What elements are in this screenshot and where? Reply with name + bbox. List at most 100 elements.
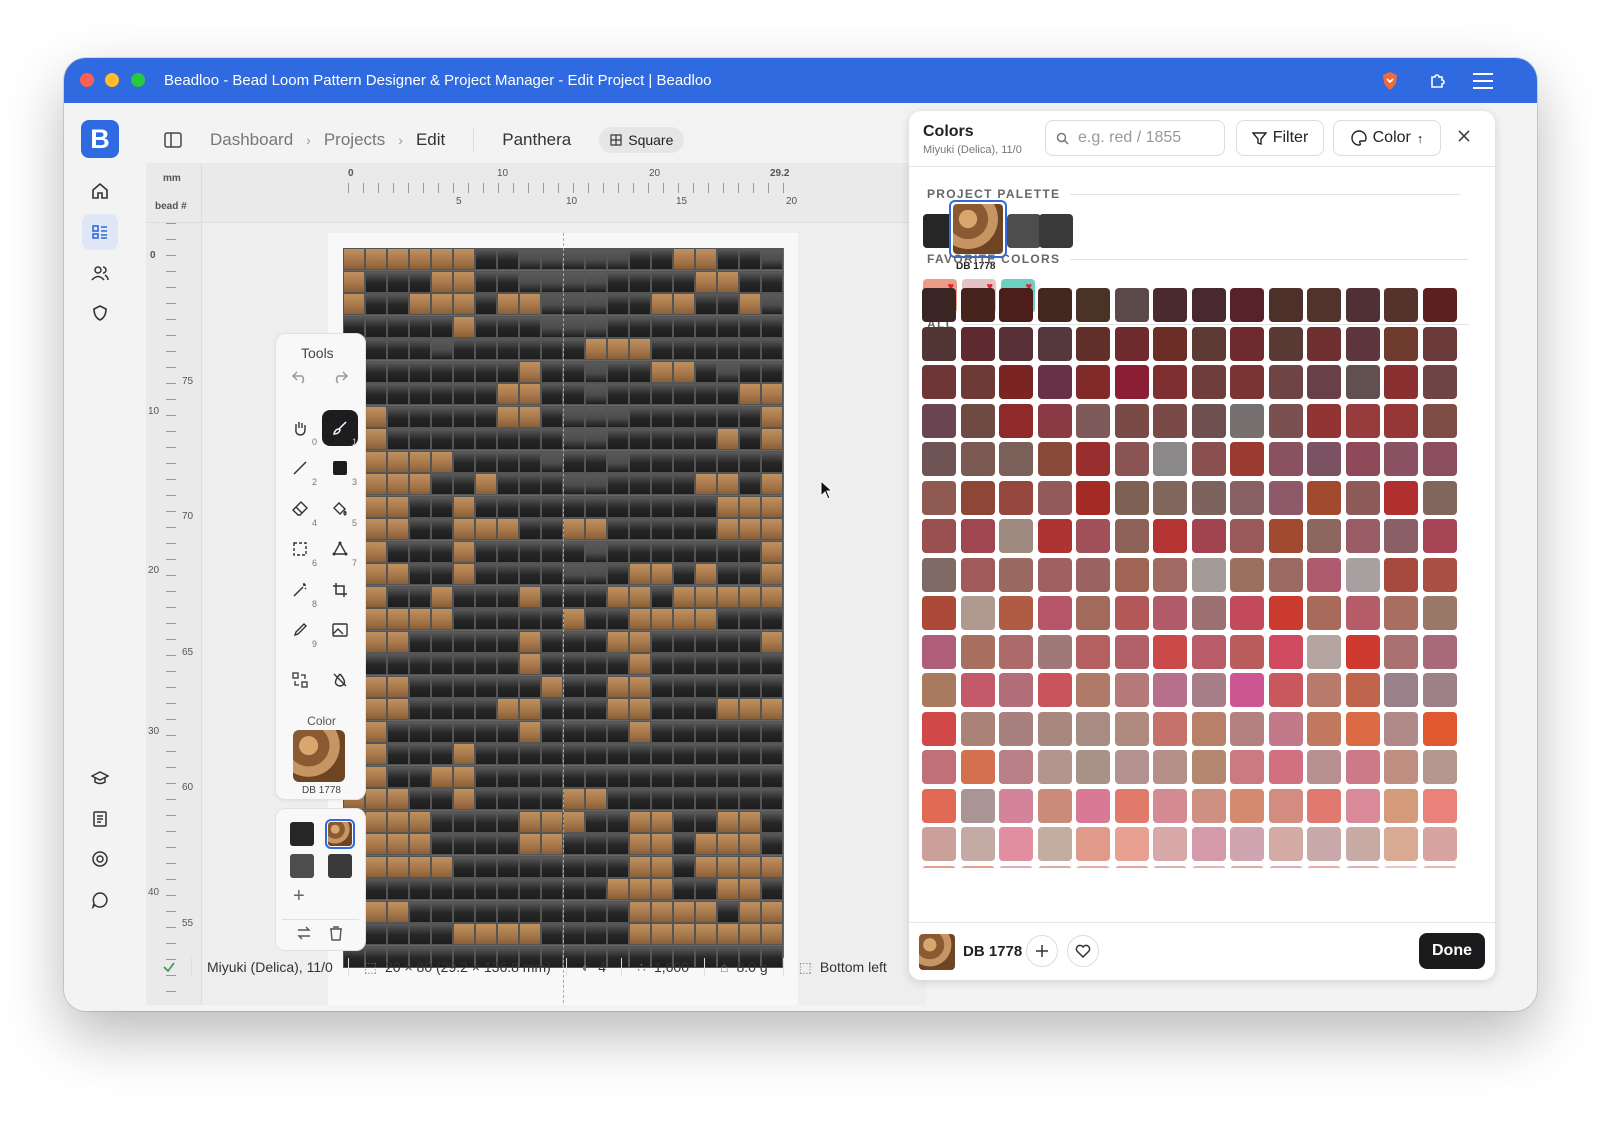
- bead-cell[interactable]: [717, 248, 739, 270]
- bead-cell[interactable]: [695, 743, 717, 765]
- bead-cell[interactable]: [541, 540, 563, 563]
- color-swatch[interactable]: [1422, 403, 1457, 438]
- maximize-window-button[interactable]: [131, 73, 145, 87]
- bead-cell[interactable]: [563, 495, 585, 518]
- color-swatch[interactable]: [1307, 403, 1341, 438]
- color-swatch[interactable]: [1384, 326, 1418, 361]
- palette-swatch-selected[interactable]: [325, 819, 355, 849]
- color-swatch[interactable]: [1345, 442, 1380, 476]
- bead-cell[interactable]: [453, 248, 475, 270]
- bead-cell[interactable]: [365, 630, 387, 653]
- bead-cell[interactable]: [563, 608, 585, 630]
- bead-cell[interactable]: [585, 923, 607, 945]
- bead-cell[interactable]: [387, 900, 409, 923]
- bead-cell[interactable]: [409, 450, 431, 473]
- bead-cell[interactable]: [629, 450, 651, 473]
- bead-cell[interactable]: [453, 518, 475, 540]
- bead-cell[interactable]: [475, 630, 497, 653]
- color-swatch[interactable]: [1307, 326, 1341, 361]
- color-swatch[interactable]: [1268, 673, 1303, 707]
- bead-cell[interactable]: [519, 698, 541, 720]
- status-brand[interactable]: Miyuki (Delica), 11/0: [192, 958, 349, 976]
- color-swatch[interactable]: [1384, 673, 1418, 707]
- bead-cell[interactable]: [651, 900, 673, 923]
- bead-cell[interactable]: [651, 360, 673, 383]
- color-swatch[interactable]: [922, 788, 956, 823]
- bead-cell[interactable]: [651, 495, 673, 518]
- bead-cell[interactable]: [519, 765, 541, 788]
- bead-cell[interactable]: [431, 653, 453, 675]
- color-swatch[interactable]: [960, 480, 995, 515]
- bead-cell[interactable]: [607, 698, 629, 720]
- bead-cell[interactable]: [673, 878, 695, 900]
- bead-cell[interactable]: [651, 563, 673, 585]
- color-swatch[interactable]: [922, 673, 956, 707]
- color-swatch[interactable]: [1076, 865, 1110, 868]
- bead-cell[interactable]: [431, 450, 453, 473]
- bead-cell[interactable]: [717, 405, 739, 428]
- bead-cell[interactable]: [607, 360, 629, 383]
- bead-cell[interactable]: [761, 788, 783, 810]
- selected-color-swatch[interactable]: [949, 200, 1007, 258]
- color-swatch[interactable]: [1268, 750, 1303, 784]
- bead-cell[interactable]: [409, 765, 431, 788]
- bead-cell[interactable]: [365, 720, 387, 743]
- bead-cell[interactable]: [431, 698, 453, 720]
- bead-cell[interactable]: [739, 563, 761, 585]
- bead-cell[interactable]: [761, 900, 783, 923]
- bead-cell[interactable]: [629, 473, 651, 495]
- bead-cell[interactable]: [519, 270, 541, 293]
- bead-cell[interactable]: [739, 743, 761, 765]
- color-swatch[interactable]: [922, 750, 956, 784]
- bead-cell[interactable]: [629, 248, 651, 270]
- bead-cell[interactable]: [695, 450, 717, 473]
- bead-cell[interactable]: [673, 338, 695, 360]
- bead-cell[interactable]: [585, 765, 607, 788]
- bead-cell[interactable]: [497, 540, 519, 563]
- bead-cell[interactable]: [761, 675, 783, 698]
- bead-cell[interactable]: [651, 383, 673, 405]
- bead-cell[interactable]: [717, 608, 739, 630]
- color-swatch[interactable]: [1345, 365, 1380, 399]
- bead-cell[interactable]: [519, 833, 541, 855]
- bead-cell[interactable]: [651, 585, 673, 608]
- color-swatch[interactable]: [1037, 711, 1072, 746]
- color-swatch[interactable]: [1191, 596, 1226, 630]
- fill-bucket-icon[interactable]: 5: [322, 491, 358, 528]
- bead-cell[interactable]: [453, 428, 475, 450]
- color-swatch[interactable]: [960, 788, 995, 823]
- bead-cell[interactable]: [541, 585, 563, 608]
- bead-cell[interactable]: [673, 428, 695, 450]
- color-swatch[interactable]: [1345, 326, 1380, 361]
- bead-cell[interactable]: [387, 765, 409, 788]
- color-swatch[interactable]: [1191, 634, 1226, 669]
- color-swatch[interactable]: [1191, 442, 1226, 476]
- bead-cell[interactable]: [673, 765, 695, 788]
- bead-cell[interactable]: [519, 923, 541, 945]
- bead-cell[interactable]: [409, 270, 431, 293]
- bead-cell[interactable]: [629, 495, 651, 518]
- hand-tool-icon[interactable]: 0: [282, 410, 318, 447]
- bead-cell[interactable]: [453, 383, 475, 405]
- color-swatch[interactable]: [1191, 403, 1226, 438]
- color-swatch[interactable]: [1076, 711, 1110, 746]
- color-swatch[interactable]: [1268, 403, 1303, 438]
- bead-cell[interactable]: [497, 608, 519, 630]
- color-swatch[interactable]: [999, 711, 1033, 746]
- color-search-input[interactable]: e.g. red / 1855: [1045, 120, 1225, 156]
- bead-cell[interactable]: [365, 563, 387, 585]
- color-swatch[interactable]: [922, 557, 956, 592]
- color-swatch[interactable]: [1422, 557, 1457, 592]
- bead-cell[interactable]: [695, 585, 717, 608]
- bead-cell[interactable]: [695, 765, 717, 788]
- brave-shield-icon[interactable]: [1377, 68, 1403, 94]
- color-swatch[interactable]: [1307, 788, 1341, 823]
- bead-cell[interactable]: [607, 833, 629, 855]
- color-swatch[interactable]: [1230, 788, 1264, 823]
- color-swatch[interactable]: [1422, 519, 1457, 553]
- bead-cell[interactable]: [453, 765, 475, 788]
- bead-cell[interactable]: [541, 360, 563, 383]
- bead-cell[interactable]: [629, 833, 651, 855]
- replace-color-icon[interactable]: [282, 662, 318, 698]
- color-swatch[interactable]: [960, 827, 995, 861]
